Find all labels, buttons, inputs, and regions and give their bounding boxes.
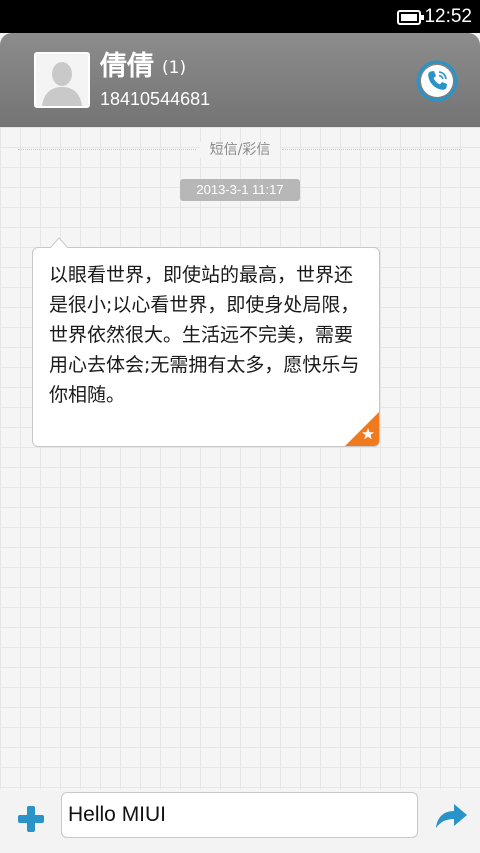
phone-icon (416, 60, 458, 102)
message-bubble[interactable]: 以眼看世界，即使站的最高，世界还是很小;以心看世界，即使身处局限，世界依然很大。… (32, 247, 380, 447)
status-time: 12:52 (424, 6, 472, 27)
composer-bar (0, 790, 480, 853)
battery-icon (397, 10, 424, 25)
message-list[interactable]: 短信/彩信 2013-3-1 11:17 以眼看世界，即使站的最高，世界还是很小… (0, 127, 480, 790)
send-button[interactable] (434, 801, 468, 831)
message-count: (1) (162, 58, 187, 78)
avatar[interactable] (34, 52, 90, 108)
call-button[interactable] (415, 59, 459, 103)
message-input[interactable] (61, 792, 418, 838)
add-attachment-button[interactable] (16, 804, 46, 834)
status-bar: 12:52 (0, 0, 480, 33)
contact-name: 倩倩 (100, 51, 154, 82)
send-icon (436, 804, 467, 828)
avatar-placeholder-icon (36, 54, 88, 106)
channel-label: 短信/彩信 (199, 142, 281, 158)
message-text: 以眼看世界，即使站的最高，世界还是很小;以心看世界，即使身处局限，世界依然很大。… (49, 264, 360, 406)
add-icon (18, 806, 44, 832)
star-badge-icon (345, 412, 379, 446)
phone-number: 18410544681 (100, 89, 211, 109)
message-timestamp: 2013-3-1 11:17 (180, 179, 300, 201)
bubble-tail (50, 237, 68, 248)
conversation-header: 倩倩 (1) 18410544681 (0, 33, 480, 127)
